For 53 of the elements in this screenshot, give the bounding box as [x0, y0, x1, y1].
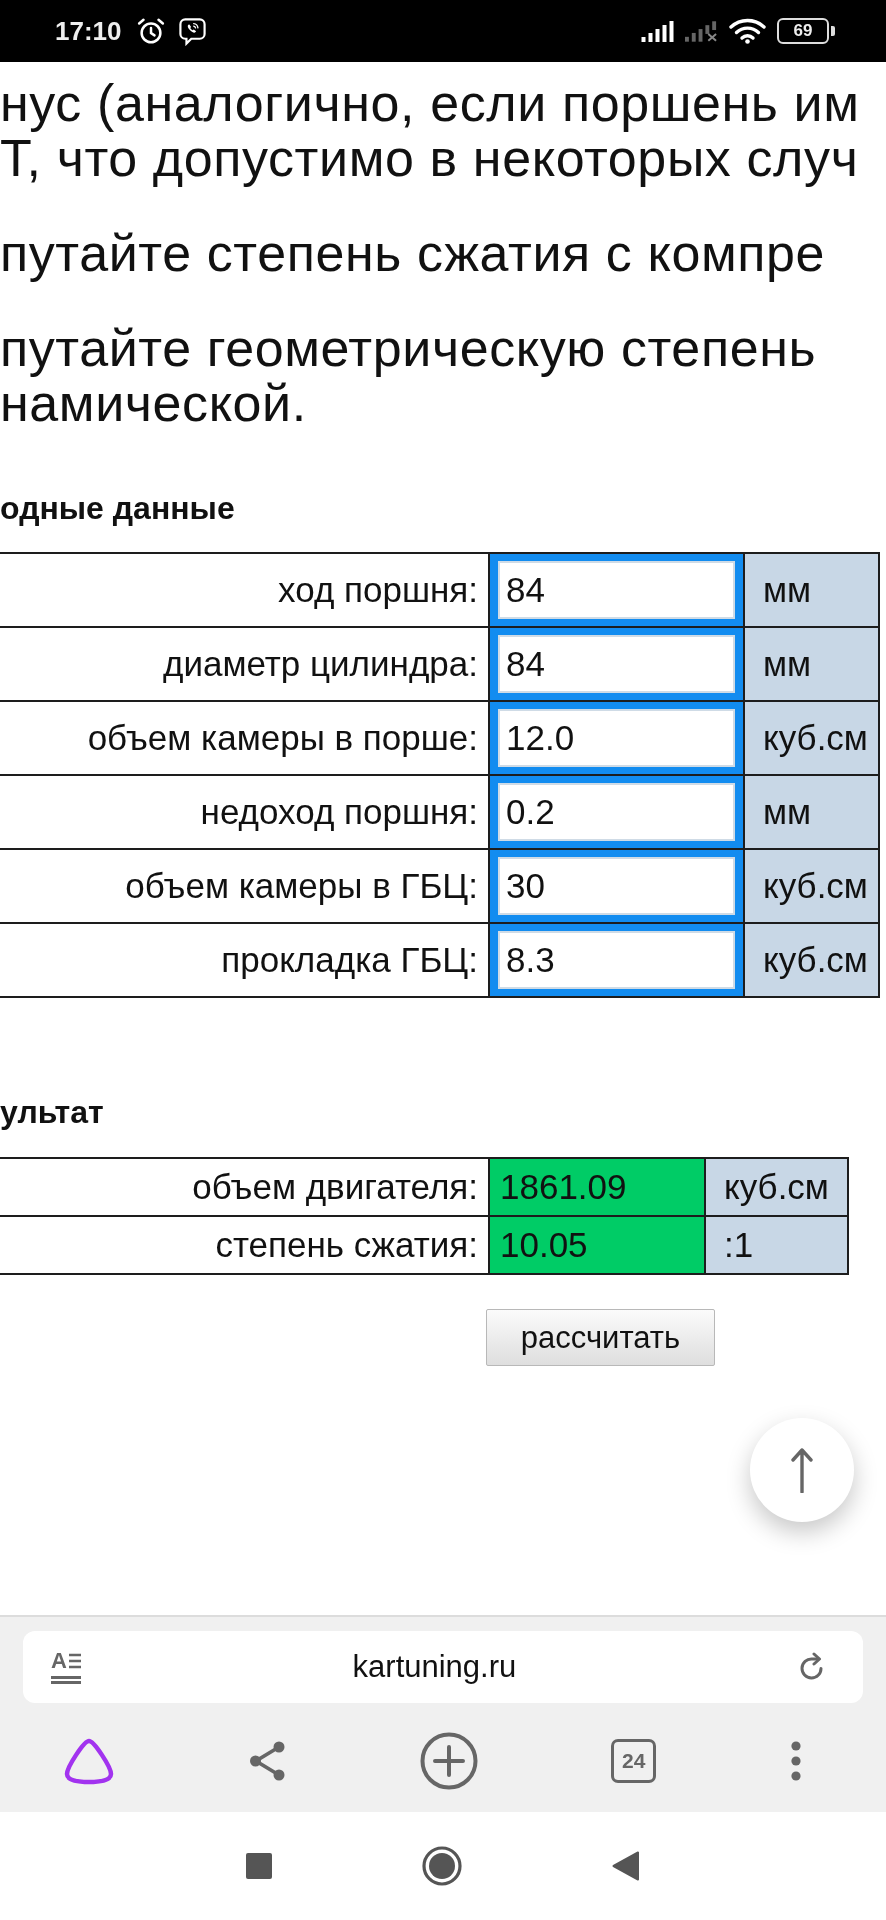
input-field[interactable]: 84	[498, 635, 735, 693]
tabs-button[interactable]: 24	[611, 1739, 657, 1783]
phone-bubble-icon	[177, 16, 207, 46]
signal-off-icon	[685, 20, 719, 42]
article-text-line: путайте степень сжатия с компре	[0, 226, 826, 281]
reader-mode-button[interactable]: A	[51, 1650, 81, 1684]
field-label: объем камеры в ГБЦ:	[0, 849, 489, 923]
plus-circle-icon[interactable]	[419, 1732, 478, 1790]
url-text: kartuning.ru	[351, 1649, 518, 1685]
text-lines-icon	[68, 1653, 81, 1669]
more-icon[interactable]	[790, 1741, 802, 1781]
address-bar[interactable]: A kartuning.ru	[23, 1631, 863, 1703]
result-label: объем двигателя:	[0, 1158, 489, 1216]
calculate-button[interactable]: рассчитать	[486, 1309, 715, 1366]
input-field[interactable]: 12.0	[498, 709, 735, 767]
status-time: 17:10	[55, 15, 122, 47]
article-text-line: Т, что допустимо в некоторых случ	[0, 131, 859, 186]
rounded-triangle-icon[interactable]	[63, 1737, 115, 1785]
article-text-line: нус (аналогично, если поршень им	[0, 76, 860, 131]
unit-label: мм	[744, 627, 879, 701]
result-value: 10.05	[489, 1216, 705, 1274]
wifi-icon	[729, 18, 766, 44]
unit-label: куб.см	[705, 1158, 848, 1216]
field-label: недоход поршня:	[0, 775, 489, 849]
field-label: объем камеры в порше:	[0, 701, 489, 775]
result-value: 1861.09	[489, 1158, 705, 1216]
input-field[interactable]: 8.3	[498, 931, 735, 989]
input-field[interactable]: 30	[498, 857, 735, 915]
circle-nav-icon[interactable]	[421, 1846, 462, 1886]
article-text-line: путайте геометрическую степень	[0, 321, 817, 376]
field-label: прокладка ГБЦ:	[0, 923, 489, 997]
square-nav-icon[interactable]	[245, 1853, 272, 1879]
result-label: степень сжатия:	[0, 1216, 489, 1274]
signal-icon	[641, 20, 675, 42]
section-heading: одные данные	[0, 489, 235, 527]
field-label: диаметр цилиндра:	[0, 627, 489, 701]
share-icon[interactable]	[248, 1741, 286, 1781]
article-text-line: намической.	[0, 376, 307, 431]
battery-indicator: 69	[777, 18, 835, 44]
back-icon[interactable]	[611, 1851, 639, 1881]
arrow-up-icon	[791, 1447, 813, 1493]
unit-label: куб.см	[744, 701, 879, 775]
unit-label: куб.см	[744, 923, 879, 997]
alarm-clock-icon	[135, 16, 166, 46]
section-heading: ультат	[0, 1093, 104, 1131]
unit-label: куб.см	[744, 849, 879, 923]
input-field[interactable]: 84	[498, 561, 735, 619]
unit-label: :1	[705, 1216, 848, 1274]
unit-label: мм	[744, 775, 879, 849]
field-label: ход поршня:	[0, 553, 489, 627]
unit-label: мм	[744, 553, 879, 627]
input-field[interactable]: 0.2	[498, 783, 735, 841]
scroll-to-top-button[interactable]	[750, 1418, 854, 1522]
